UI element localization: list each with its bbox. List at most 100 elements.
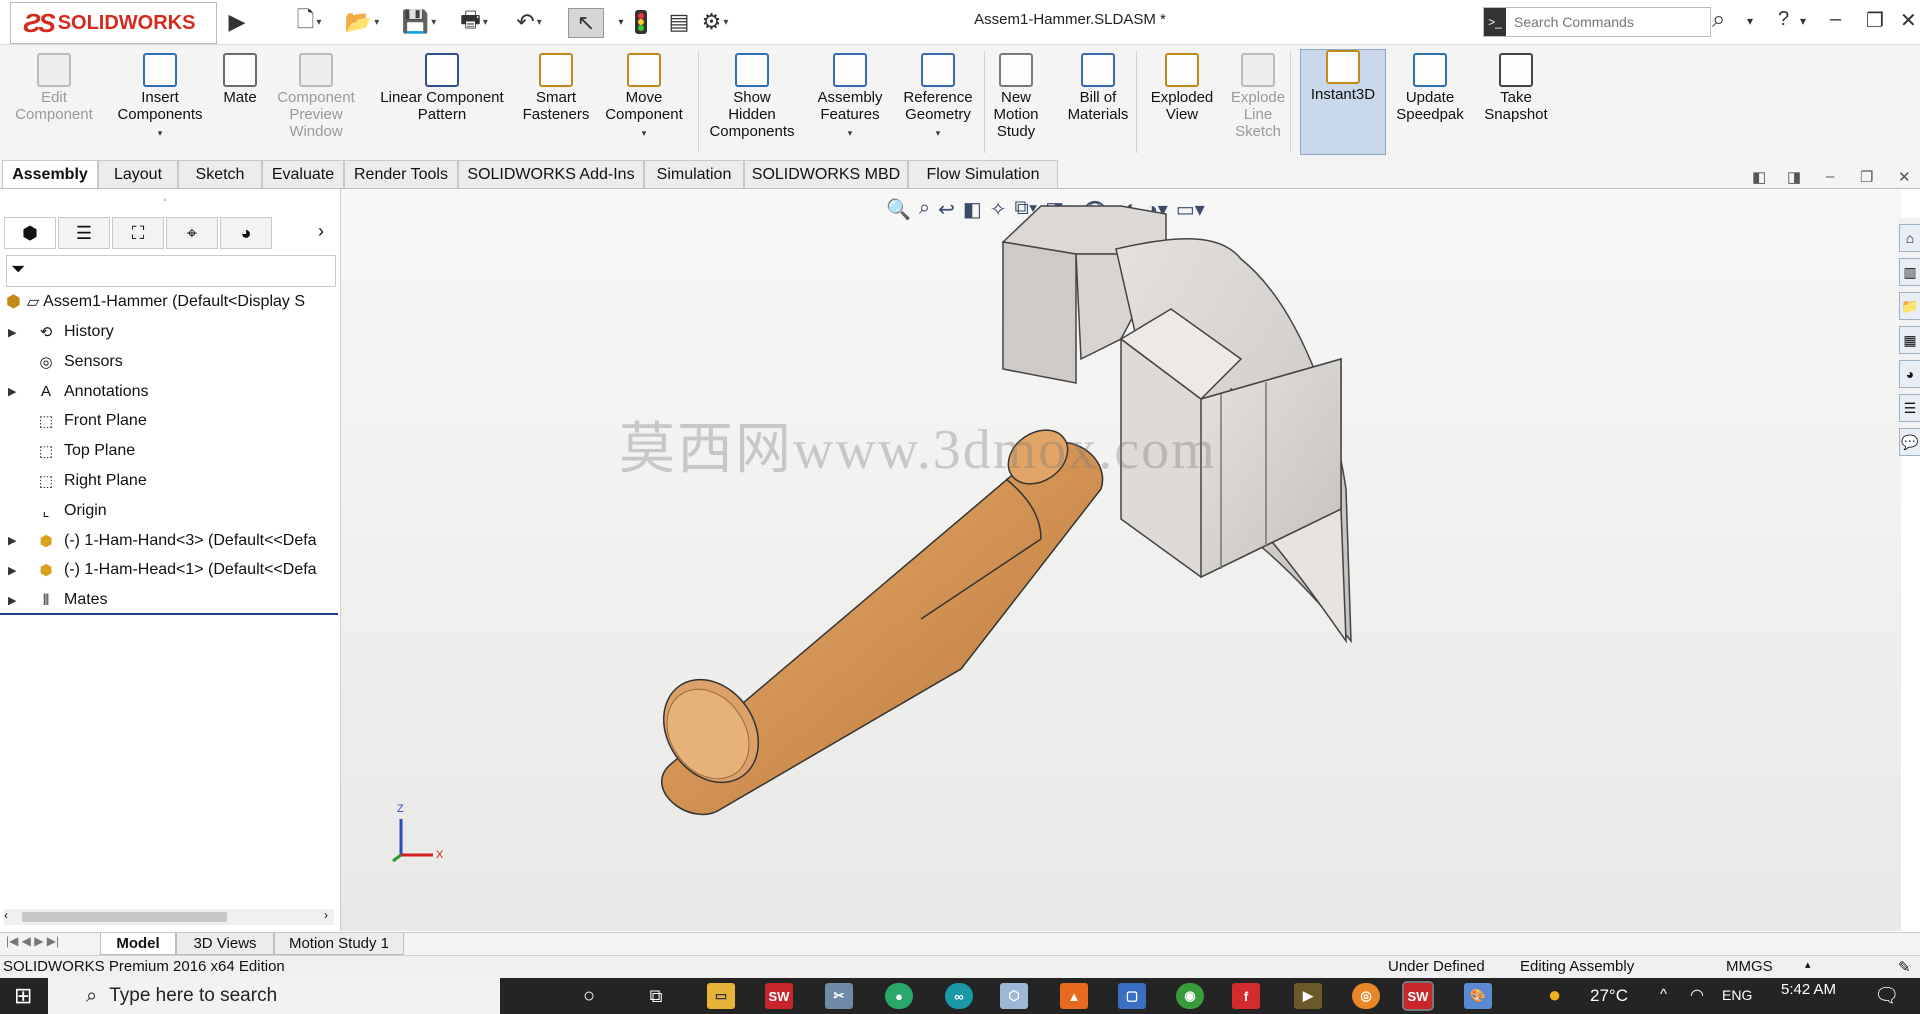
- tab-simulation[interactable]: Simulation: [644, 160, 744, 188]
- display-manager-tab-icon[interactable]: ◕: [220, 217, 272, 249]
- show-hidden-button[interactable]: Show Hidden Components: [706, 53, 798, 140]
- cortana-icon[interactable]: ○: [575, 983, 603, 1009]
- dropdown-arrow-icon[interactable]: ▾: [642, 125, 647, 142]
- file-properties-icon[interactable]: ▤: [662, 8, 696, 36]
- status-units[interactable]: MMGS: [1726, 958, 1773, 975]
- weather-sun-icon[interactable]: ●: [1548, 982, 1561, 1008]
- weather-temperature[interactable]: 27°C: [1590, 986, 1628, 1006]
- search-icon[interactable]: ⌕: [1712, 6, 1725, 34]
- close-icon[interactable]: ✕: [1900, 8, 1917, 33]
- tray-up-chevron-icon[interactable]: ^: [1660, 986, 1667, 1003]
- speedpak-button[interactable]: Update Speedpak: [1388, 53, 1472, 123]
- status-customize-icon[interactable]: ✎: [1898, 958, 1911, 976]
- view-palette-icon[interactable]: ▦: [1899, 326, 1920, 354]
- assembly-features-button[interactable]: Assembly Features ▾: [812, 53, 888, 142]
- restore-icon[interactable]: ❐: [1866, 8, 1884, 33]
- appearances-icon[interactable]: ◕: [1899, 360, 1920, 388]
- insert-components-button[interactable]: Insert Components ▾: [108, 53, 212, 142]
- rebuild-traffic-light-icon[interactable]: [624, 8, 658, 36]
- blender-taskbar-icon[interactable]: ◎: [1352, 983, 1380, 1009]
- tree-expand-icon[interactable]: ▶: [8, 385, 22, 398]
- arduino-taskbar-icon[interactable]: ∞: [945, 983, 973, 1009]
- tree-expand-icon[interactable]: ▶: [8, 326, 22, 339]
- tree-item[interactable]: ⬚ Front Plane: [0, 408, 340, 434]
- scroll-right-icon[interactable]: ›: [324, 908, 328, 922]
- tab-assembly[interactable]: Assembly: [2, 160, 98, 188]
- select-cursor-icon[interactable]: ↖: [568, 8, 604, 38]
- exploded-view-button[interactable]: Exploded View: [1142, 53, 1222, 123]
- horizontal-scrollbar[interactable]: ‹ ›: [4, 908, 334, 925]
- tab-sketch[interactable]: Sketch: [178, 160, 262, 188]
- search-input[interactable]: [1512, 11, 1666, 33]
- viewport-close-icon[interactable]: ✕: [1898, 168, 1911, 186]
- move-component-button[interactable]: Move Component ▾: [600, 53, 688, 142]
- reference-geometry-button[interactable]: Reference Geometry ▾: [896, 53, 980, 142]
- solidworks-active-taskbar-icon[interactable]: SW: [1402, 981, 1434, 1011]
- paint-taskbar-icon[interactable]: 🎨: [1464, 983, 1492, 1009]
- matlab-taskbar-icon[interactable]: ▲: [1060, 983, 1088, 1009]
- edit-component-button[interactable]: Edit Component: [10, 53, 98, 123]
- viewport-split-right-icon[interactable]: ◨: [1787, 168, 1801, 186]
- smart-fasteners-button[interactable]: Smart Fasteners: [520, 53, 592, 123]
- windows-start-icon[interactable]: ⊞: [14, 983, 32, 1009]
- units-dropdown-icon[interactable]: ▴: [1805, 958, 1811, 971]
- filter-icon[interactable]: ⏷: [11, 259, 25, 280]
- scroll-thumb[interactable]: [22, 912, 227, 922]
- custom-properties-icon[interactable]: ☰: [1899, 394, 1920, 422]
- linear-pattern-button[interactable]: Linear Component Pattern: [368, 53, 516, 123]
- new-document-icon[interactable]: 🗋 ▾: [292, 7, 326, 36]
- help-icon[interactable]: ?: [1778, 8, 1789, 31]
- tab-layout[interactable]: Layout: [98, 160, 178, 188]
- file-explorer-icon[interactable]: 📁: [1899, 292, 1920, 320]
- mate-button[interactable]: Mate: [214, 53, 266, 106]
- home-icon[interactable]: ⌂: [1899, 224, 1920, 252]
- media-player-taskbar-icon[interactable]: ▶: [1294, 983, 1322, 1009]
- task-view-icon[interactable]: ⧉: [642, 983, 670, 1009]
- dimxpert-tab-icon[interactable]: ⌖: [166, 217, 218, 249]
- chrome-taskbar-icon[interactable]: ◉: [1176, 983, 1204, 1009]
- print-icon[interactable]: 🖶 ▾: [457, 7, 491, 36]
- help-dropdown-icon[interactable]: ▾: [1800, 14, 1806, 28]
- configuration-manager-tab-icon[interactable]: ⛶: [112, 217, 164, 249]
- tools-taskbar-icon[interactable]: ✂: [825, 983, 853, 1009]
- viewport-split-left-icon[interactable]: ◧: [1752, 168, 1766, 186]
- tree-item[interactable]: ▶ ⟲ History: [0, 319, 340, 345]
- feature-manager-tab-icon[interactable]: ⬢: [4, 217, 56, 249]
- viewport-restore-icon[interactable]: ❐: [1860, 168, 1873, 186]
- solidworks-taskbar-icon[interactable]: SW: [765, 983, 793, 1009]
- bom-button[interactable]: Bill of Materials: [1058, 53, 1138, 123]
- bottom-tab-model[interactable]: Model: [100, 933, 176, 955]
- bottom-tab-3d-views[interactable]: 3D Views: [176, 933, 274, 955]
- options-gear-icon[interactable]: ⚙ ▾: [698, 8, 732, 36]
- bottom-tab-motion-study-1[interactable]: Motion Study 1: [274, 933, 404, 955]
- tab-nav-arrows-icon[interactable]: |◀ ◀ ▶ ▶|: [6, 934, 59, 948]
- file-explorer-taskbar-icon[interactable]: ▭: [707, 983, 735, 1009]
- pane-more-chevron-icon[interactable]: ›: [318, 221, 324, 242]
- tree-item[interactable]: ⬚ Right Plane: [0, 468, 340, 494]
- preview-window-button[interactable]: Component Preview Window: [268, 53, 364, 140]
- explode-line-button[interactable]: Explode Line Sketch: [1222, 53, 1294, 140]
- scroll-left-icon[interactable]: ‹: [4, 908, 8, 922]
- tab-evaluate[interactable]: Evaluate: [262, 160, 344, 188]
- tree-expand-icon[interactable]: ▶: [8, 534, 22, 547]
- tree-expand-icon[interactable]: ▶: [8, 594, 22, 607]
- dropdown-arrow-icon[interactable]: ▾: [848, 125, 853, 142]
- tree-expand-icon[interactable]: ▶: [8, 564, 22, 577]
- tree-filter[interactable]: ⏷: [6, 255, 336, 287]
- foxit-taskbar-icon[interactable]: f: [1232, 983, 1260, 1009]
- tab-solidworks-mbd[interactable]: SOLIDWORKS MBD: [744, 160, 908, 188]
- app-green-taskbar-icon[interactable]: ●: [885, 983, 913, 1009]
- pane-grip-icon[interactable]: ◦: [163, 195, 167, 206]
- tree-item[interactable]: ▶ ⫴ Mates: [0, 587, 340, 613]
- hammer-model[interactable]: [341, 189, 1901, 931]
- clock-time[interactable]: 5:42 AM: [1781, 981, 1836, 998]
- minimize-icon[interactable]: –: [1830, 8, 1841, 31]
- tree-item[interactable]: ▶ A Annotations: [0, 379, 340, 405]
- tab-flow-simulation[interactable]: Flow Simulation: [908, 160, 1058, 188]
- open-folder-icon[interactable]: 📂 ▾: [345, 8, 379, 36]
- tree-item[interactable]: ▶ ⬢ (-) 1-Ham-Hand<3> (Default<<Defa: [0, 528, 340, 554]
- design-library-icon[interactable]: ▥: [1899, 258, 1920, 286]
- menu-expand-icon[interactable]: ▶: [220, 8, 254, 36]
- forum-icon[interactable]: 💬: [1899, 428, 1920, 456]
- input-language[interactable]: ENG: [1722, 987, 1752, 1003]
